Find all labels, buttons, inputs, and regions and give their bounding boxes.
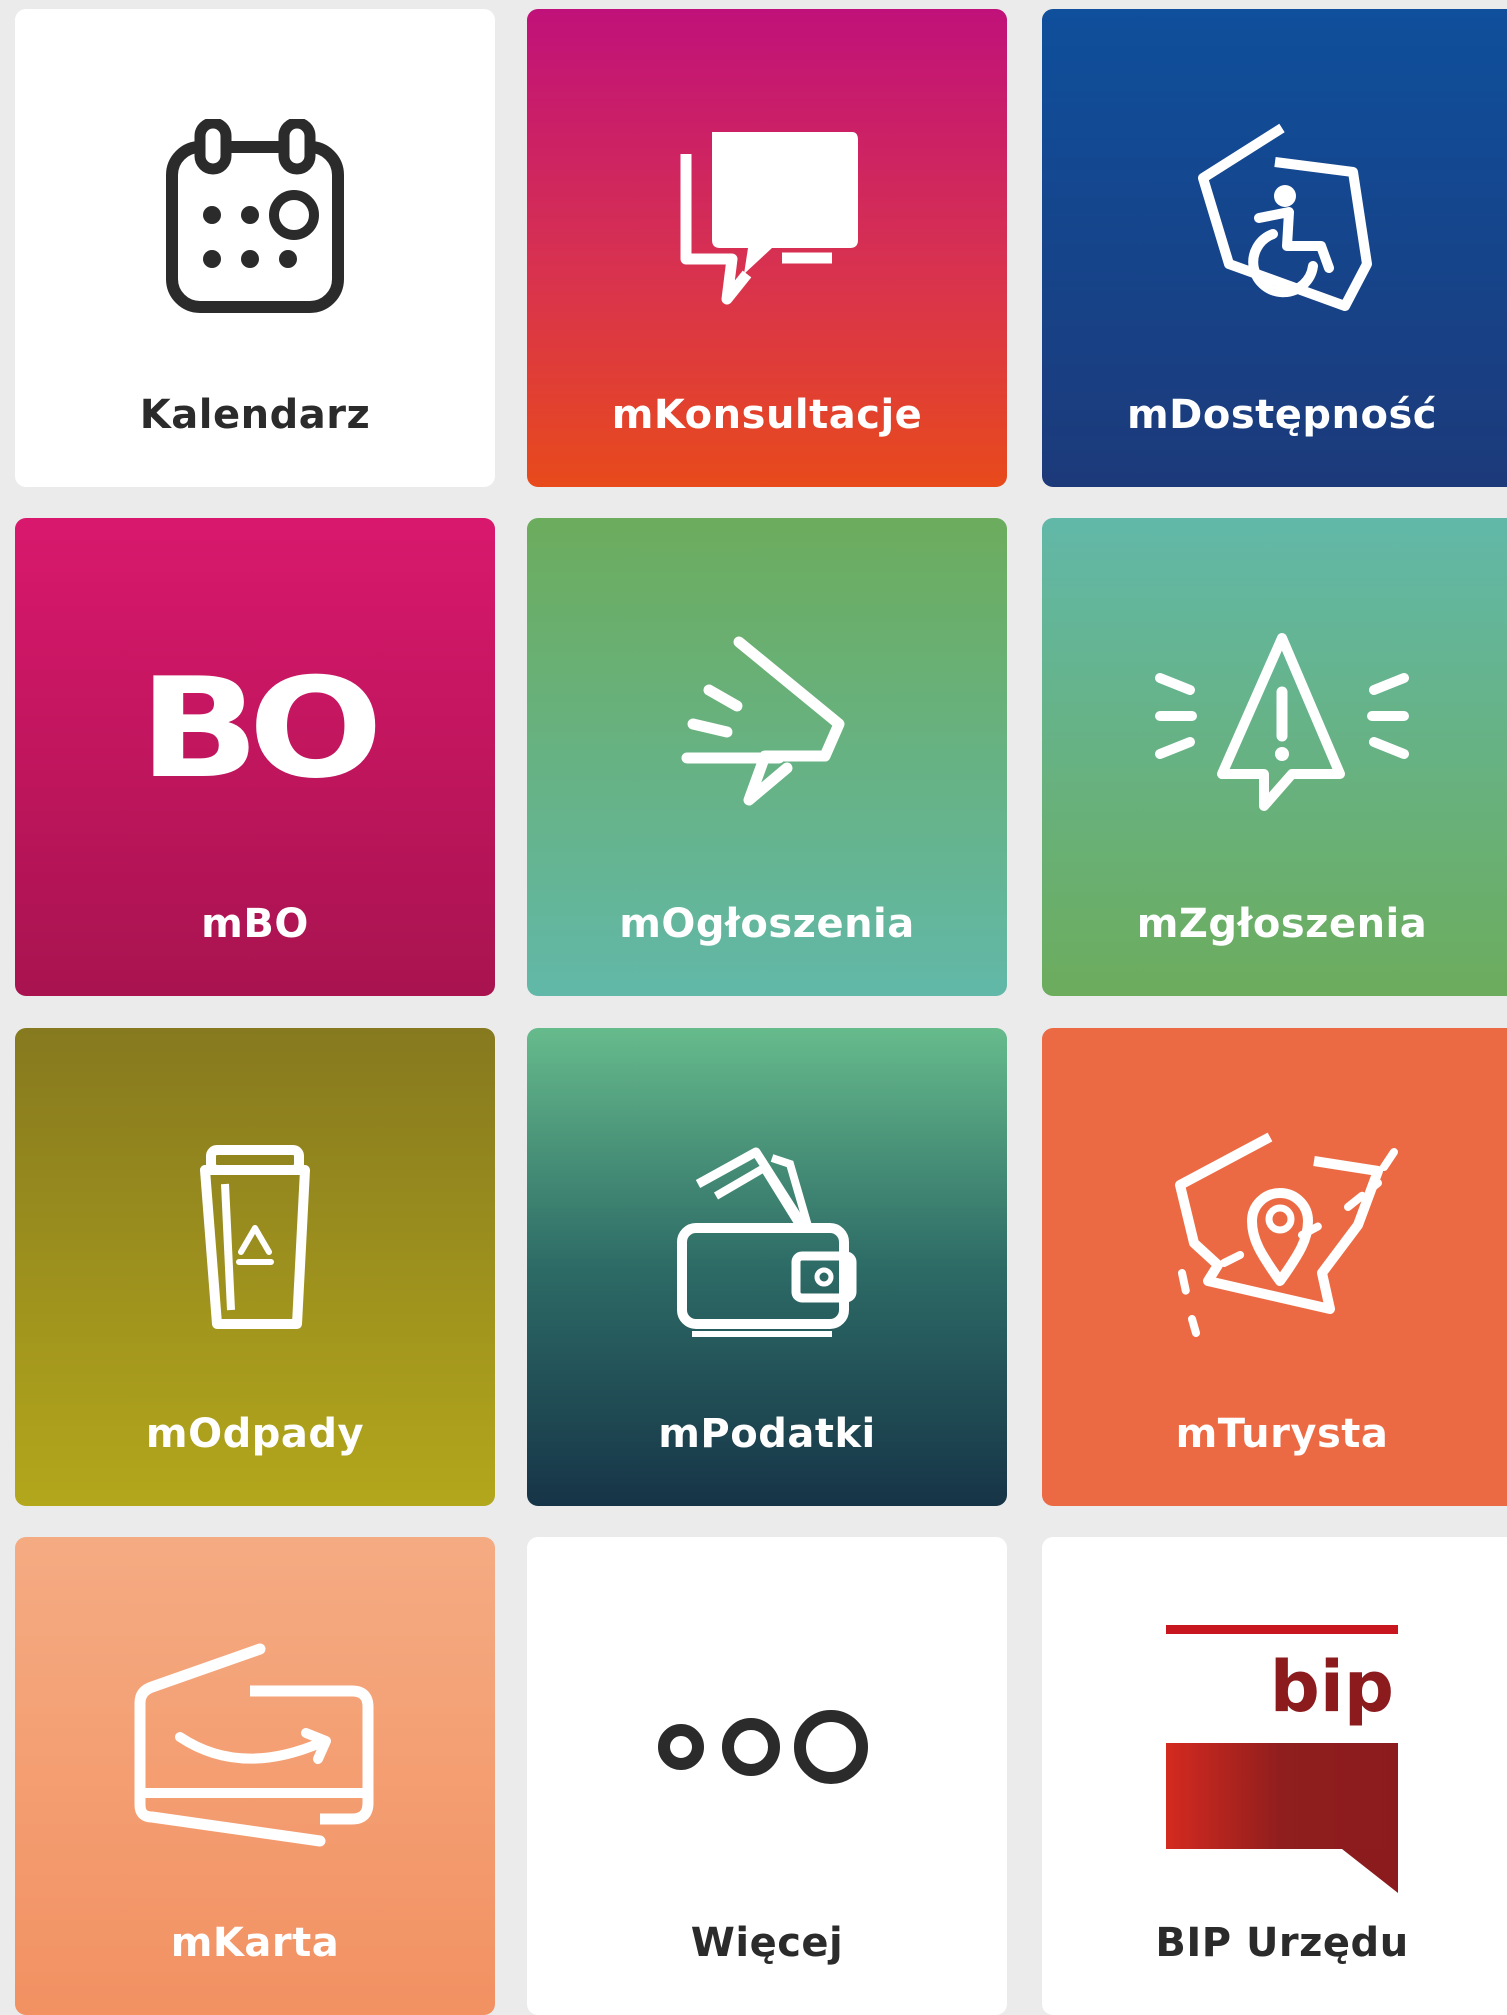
tile-label: Więcej (690, 1920, 844, 1966)
bip-logo-icon: bip (1042, 1625, 1507, 1895)
tile-label: mZgłoszenia (1136, 901, 1428, 947)
svg-text:bip: bip (1270, 1646, 1394, 1728)
bo-logo-icon: BO (138, 647, 383, 809)
tile-kalendarz[interactable]: Kalendarz (15, 9, 495, 487)
tile-label: BIP Urzędu (1155, 1920, 1409, 1966)
wallet-icon (527, 1118, 1007, 1358)
tile-mkarta[interactable]: mKarta (15, 1537, 495, 2015)
tile-label: mBO (201, 901, 309, 947)
tile-wiecej[interactable]: Więcej (527, 1537, 1007, 2015)
card-icon (15, 1627, 495, 1867)
tile-label: mKonsultacje (611, 392, 923, 438)
tile-modpady[interactable]: mOdpady (15, 1028, 495, 1506)
tile-label: Kalendarz (139, 392, 371, 438)
tile-label: mOgłoszenia (619, 901, 915, 947)
tile-mturysta[interactable]: mTurysta (1042, 1028, 1507, 1506)
tile-mdostepnosc[interactable]: mDostępność (1042, 9, 1507, 487)
accessibility-icon (1042, 99, 1507, 339)
tile-label: mKarta (170, 1920, 340, 1966)
tile-mbo[interactable]: BO mBO (15, 518, 495, 996)
more-dots-icon (527, 1627, 1007, 1867)
map-pin-icon (1042, 1118, 1507, 1358)
tile-mzgloszenia[interactable]: mZgłoszenia (1042, 518, 1507, 996)
tile-bip-urzedu[interactable]: bip BIP Urzędu (1042, 1537, 1507, 2015)
announcement-icon (527, 608, 1007, 848)
tile-label: mOdpady (145, 1411, 365, 1457)
tile-label: mTurysta (1175, 1411, 1389, 1457)
warning-alert-icon (1042, 608, 1507, 848)
tile-mkonsultacje[interactable]: mKonsultacje (527, 9, 1007, 487)
calendar-icon (15, 99, 495, 339)
tile-label: mDostępność (1126, 392, 1438, 438)
tile-label: mPodatki (658, 1411, 876, 1457)
recycle-bin-icon (15, 1118, 495, 1358)
services-grid: Kalendarz mKonsultacje mDostępność BO mB… (0, 0, 1507, 2015)
tile-mogloszenia[interactable]: mOgłoszenia (527, 518, 1007, 996)
tile-mpodatki[interactable]: mPodatki (527, 1028, 1007, 1506)
speech-bubbles-icon (527, 99, 1007, 339)
